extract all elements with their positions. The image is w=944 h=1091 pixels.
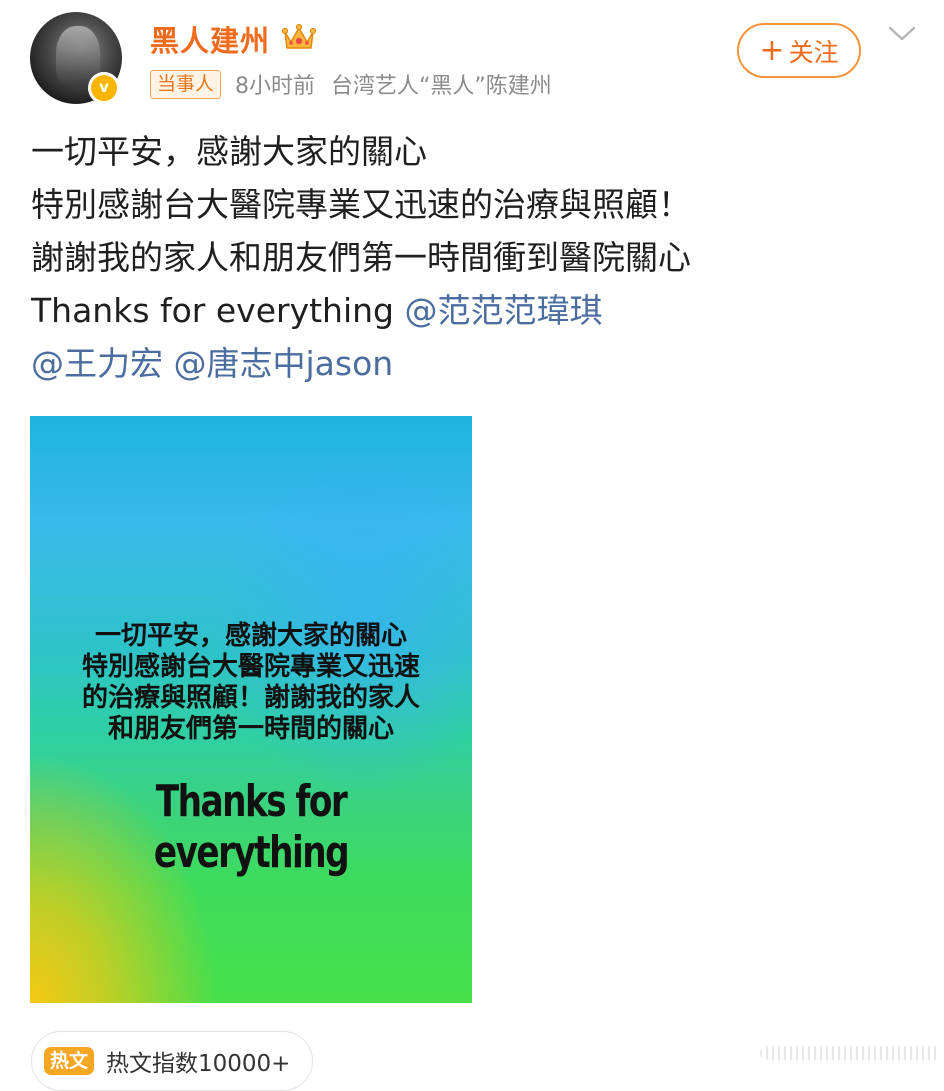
avatar[interactable]: v <box>30 12 122 104</box>
post-body: 一切平安，感謝大家的關心 特別感謝台大醫院專業又迅速的治療與照顧！ 謝謝我的家人… <box>31 125 921 390</box>
post-line-text: Thanks for everything <box>31 291 405 330</box>
post-line: 謝謝我的家人和朋友們第一時間衝到醫院關心 <box>31 238 691 277</box>
meta-row: 当事人 8小时前 台湾艺人“黑人”陈建州 <box>150 68 552 100</box>
post-line: 一切平安，感謝大家的關心 <box>31 132 427 171</box>
post-line: @王力宏 @唐志中jason <box>31 337 921 390</box>
image-text-line: 特別感謝台大醫院專業又迅速 <box>81 652 420 682</box>
mention-link[interactable]: @范范范瑋琪 <box>404 291 602 330</box>
author-description: 台湾艺人“黑人”陈建州 <box>331 74 552 99</box>
post-line: 特別感謝台大醫院專業又迅速的治療與照顧！ <box>31 185 691 224</box>
image-english-text: Thanks for everything <box>153 776 350 878</box>
post-image[interactable]: 一切平安，感謝大家的關心 特別感謝台大醫院專業又迅速 的治療與照顧！謝謝我的家人… <box>30 416 472 1003</box>
verified-v-icon: v <box>88 72 120 104</box>
post-line: Thanks for everything @范范范瑋琪 <box>31 284 921 337</box>
chevron-down-icon[interactable] <box>888 24 916 44</box>
image-chinese-text: 一切平安，感謝大家的關心 特別感謝台大醫院專業又迅速 的治療與照顧！謝謝我的家人… <box>30 621 472 745</box>
hot-article-icon: 热文 <box>44 1047 95 1075</box>
mention-link[interactable]: @唐志中jason <box>174 344 394 383</box>
post-time: 8小时前 <box>235 74 316 99</box>
follow-label: 关注 <box>788 37 839 67</box>
mention-link[interactable]: @王力宏 <box>31 344 163 383</box>
role-badge: 当事人 <box>150 69 222 99</box>
crown-icon <box>282 23 316 49</box>
plus-icon: + <box>759 32 785 68</box>
image-pagination-indicator <box>760 1046 940 1060</box>
username[interactable]: 黑人建州 <box>150 18 270 60</box>
follow-button[interactable]: + 关注 <box>737 23 861 78</box>
image-text-line: 的治療與照顧！謝謝我的家人 <box>81 683 420 713</box>
image-text-line: 和朋友們第一時間的關心 <box>107 714 394 744</box>
hot-index-pill[interactable]: 热文 热文指数10000+ <box>31 1031 314 1091</box>
image-text-line: 一切平安，感謝大家的關心 <box>94 621 407 651</box>
hot-index-label: 热文指数10000+ <box>106 1051 291 1077</box>
